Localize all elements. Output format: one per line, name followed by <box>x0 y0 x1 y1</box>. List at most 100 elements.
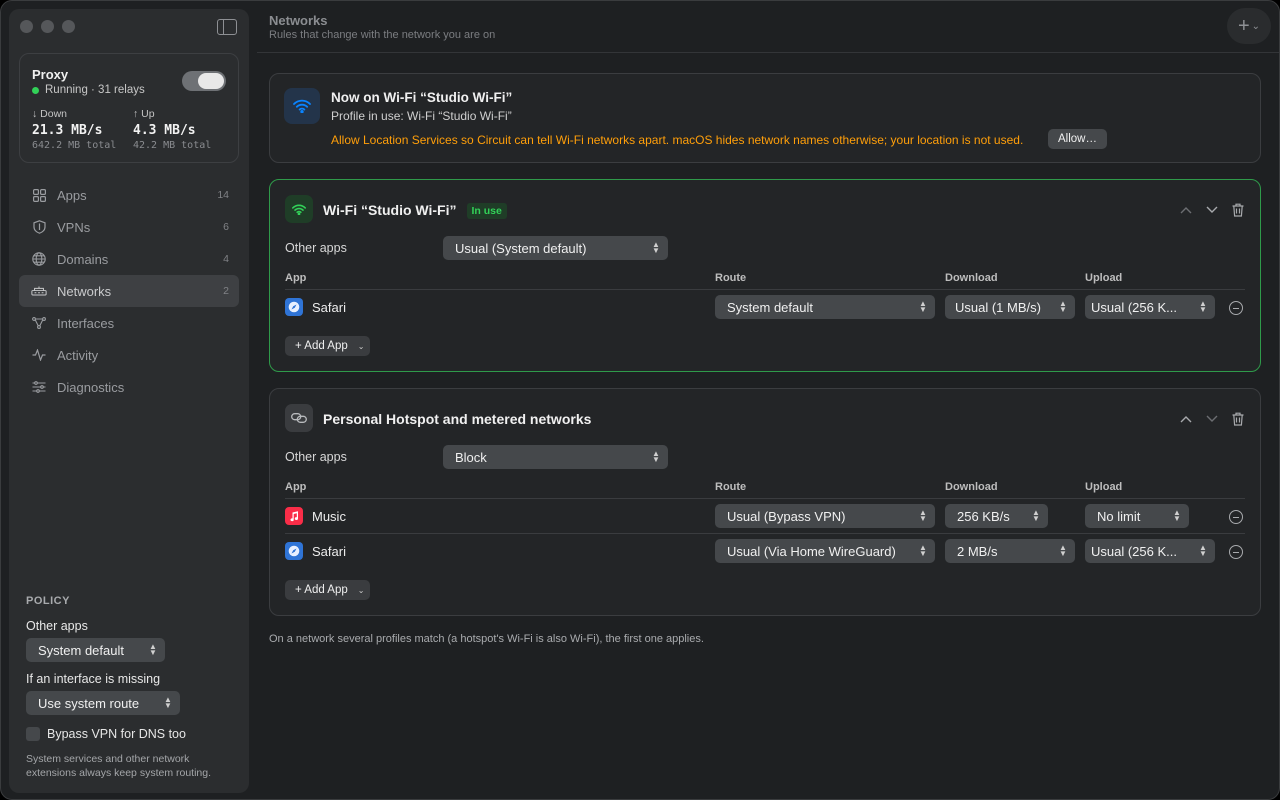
updown-chevron-icon: ▲ ▼ <box>919 299 927 314</box>
sidebar-item-diagnostics[interactable]: Diagnostics <box>19 371 239 403</box>
other-apps-label: Other apps <box>285 450 347 464</box>
sidebar-item-interfaces[interactable]: Interfaces <box>19 307 239 339</box>
upload-select[interactable]: Usual (256 K... ▲ ▼ <box>1085 295 1215 319</box>
column-header-upload: Upload <box>1085 481 1123 493</box>
allow-location-button[interactable]: Allow… <box>1048 129 1107 149</box>
page-subtitle: Rules that change with the network you a… <box>269 29 496 41</box>
down-label: ↓ Down <box>32 108 68 120</box>
sidebar-item-count: 6 <box>223 221 229 233</box>
download-select[interactable]: 256 KB/s ▲ ▼ <box>945 504 1048 528</box>
sidebar-item-label: Diagnostics <box>57 379 125 395</box>
table-row-app: Safari <box>285 298 346 316</box>
policy-other-apps-select[interactable]: System default ▲ ▼ <box>26 638 165 662</box>
route-select[interactable]: Usual (Via Home WireGuard) ▲ ▼ <box>715 539 935 563</box>
policy-heading: POLICY <box>26 595 70 607</box>
add-app-button[interactable]: + Add App ⌄ <box>285 580 371 600</box>
remove-app-button[interactable] <box>1229 301 1243 315</box>
app-name: Music <box>312 508 346 524</box>
move-up-button[interactable] <box>1178 411 1194 427</box>
sidebar-toggle-icon[interactable] <box>217 19 237 35</box>
add-app-button[interactable]: + Add App ⌄ <box>285 336 371 356</box>
route-select[interactable]: Usual (Bypass VPN) ▲ ▼ <box>715 504 935 528</box>
profile-in-use: Profile in use: Wi-Fi “Studio Wi-Fi” <box>331 109 512 123</box>
other-apps-select[interactable]: Block ▲ ▼ <box>443 445 668 469</box>
column-header-app: App <box>285 272 307 284</box>
app-name: Safari <box>312 543 346 559</box>
sidebar-item-apps[interactable]: Apps 14 <box>19 179 239 211</box>
profile-title: Wi-Fi “Studio Wi-Fi” In use <box>323 202 507 219</box>
minimize-window-button[interactable] <box>41 20 54 33</box>
add-app-label: + Add App <box>295 340 348 352</box>
select-value: Block <box>455 449 487 465</box>
down-value: 21.3 MB/s <box>32 123 103 138</box>
app-name: Safari <box>312 299 346 315</box>
down-total: 642.2 MB total <box>32 140 117 151</box>
route-select[interactable]: System default ▲ ▼ <box>715 295 935 319</box>
updown-chevron-icon: ▲ ▼ <box>1059 543 1067 558</box>
profile-card-wifi[interactable]: Wi-Fi “Studio Wi-Fi” In use Other apps Us… <box>269 179 1261 372</box>
trash-icon[interactable] <box>1230 411 1246 427</box>
page-title: Networks <box>269 13 328 28</box>
bypass-dns-row[interactable]: Bypass VPN for DNS too <box>26 727 241 741</box>
column-header-route: Route <box>715 481 747 493</box>
chevron-down-icon[interactable]: ⌄ <box>358 342 365 351</box>
table-divider <box>285 533 1245 534</box>
safari-icon <box>285 298 303 316</box>
policy-other-apps-label: Other apps <box>26 619 88 633</box>
sidebar-item-activity[interactable]: Activity <box>19 339 239 371</box>
down-stat: ↓ Down 21.3 MB/s 642.2 MB total <box>32 108 116 151</box>
table-row-app: Safari <box>285 542 346 560</box>
sidebar-nav: Apps 14 VPNs 6 Domains 4 Networks 2 Inte… <box>19 179 239 403</box>
chevron-down-icon[interactable]: ⌄ <box>358 586 365 595</box>
select-value: No limit <box>1097 508 1141 524</box>
wifi-icon <box>285 195 313 223</box>
zoom-window-button[interactable] <box>62 20 75 33</box>
sidebar-item-label: Networks <box>57 283 112 299</box>
proxy-toggle[interactable] <box>182 71 226 91</box>
profile-card-hotspot[interactable]: Personal Hotspot and metered networks Ot… <box>269 388 1261 616</box>
proxy-title: Proxy <box>32 67 69 82</box>
policy-missing-select[interactable]: Use system route ▲ ▼ <box>26 691 180 715</box>
select-value: Usual (256 K... <box>1091 543 1177 559</box>
activity-icon <box>31 347 47 363</box>
bypass-dns-checkbox[interactable] <box>26 727 40 741</box>
proxy-status: Running · 31 relays <box>32 84 145 96</box>
sidebar-item-vpns[interactable]: VPNs 6 <box>19 211 239 243</box>
remove-app-button[interactable] <box>1229 510 1243 524</box>
select-value: Use system route <box>38 695 140 711</box>
sidebar-item-label: Domains <box>57 251 109 267</box>
select-value: Usual (Bypass VPN) <box>727 508 846 524</box>
updown-chevron-icon: ▲ ▼ <box>1032 508 1040 523</box>
running-indicator-icon <box>32 86 39 94</box>
close-window-button[interactable] <box>20 20 33 33</box>
updown-chevron-icon: ▲ ▼ <box>652 449 660 464</box>
policy-note: System services and other network extens… <box>26 753 212 779</box>
sidebar-item-label: Activity <box>57 347 99 363</box>
sidebar-item-count: 4 <box>223 253 229 265</box>
select-value: Usual (1 MB/s) <box>955 299 1041 315</box>
other-apps-select[interactable]: Usual (System default) ▲ ▼ <box>443 236 668 260</box>
network-icon <box>31 283 47 299</box>
policy-missing-label: If an interface is missing <box>26 672 161 686</box>
location-warning: Allow Location Services so Circuit can t… <box>331 133 1024 147</box>
sidebar-item-networks[interactable]: Networks 2 <box>19 275 239 307</box>
download-select[interactable]: Usual (1 MB/s) ▲ ▼ <box>945 295 1075 319</box>
select-value: System default <box>38 642 124 658</box>
upload-select[interactable]: No limit ▲ ▼ <box>1085 504 1189 528</box>
apps-grid-icon <box>31 187 47 203</box>
move-down-button[interactable] <box>1204 411 1220 427</box>
move-down-button[interactable] <box>1204 202 1220 218</box>
upload-select[interactable]: Usual (256 K... ▲ ▼ <box>1085 539 1215 563</box>
sidebar-item-count: 2 <box>223 285 229 297</box>
sidebar-item-domains[interactable]: Domains 4 <box>19 243 239 275</box>
sidebar-item-label: Apps <box>57 187 87 203</box>
add-profile-button[interactable]: + ⌄ <box>1227 8 1271 44</box>
plus-icon: + <box>1237 14 1250 37</box>
move-up-button[interactable] <box>1178 202 1194 218</box>
trash-icon[interactable] <box>1230 202 1246 218</box>
wifi-icon <box>284 88 320 124</box>
download-select[interactable]: 2 MB/s ▲ ▼ <box>945 539 1075 563</box>
remove-app-button[interactable] <box>1229 545 1243 559</box>
other-apps-label: Other apps <box>285 241 347 255</box>
proxy-card: Proxy Running · 31 relays ↓ Down 21.3 MB… <box>19 53 239 163</box>
